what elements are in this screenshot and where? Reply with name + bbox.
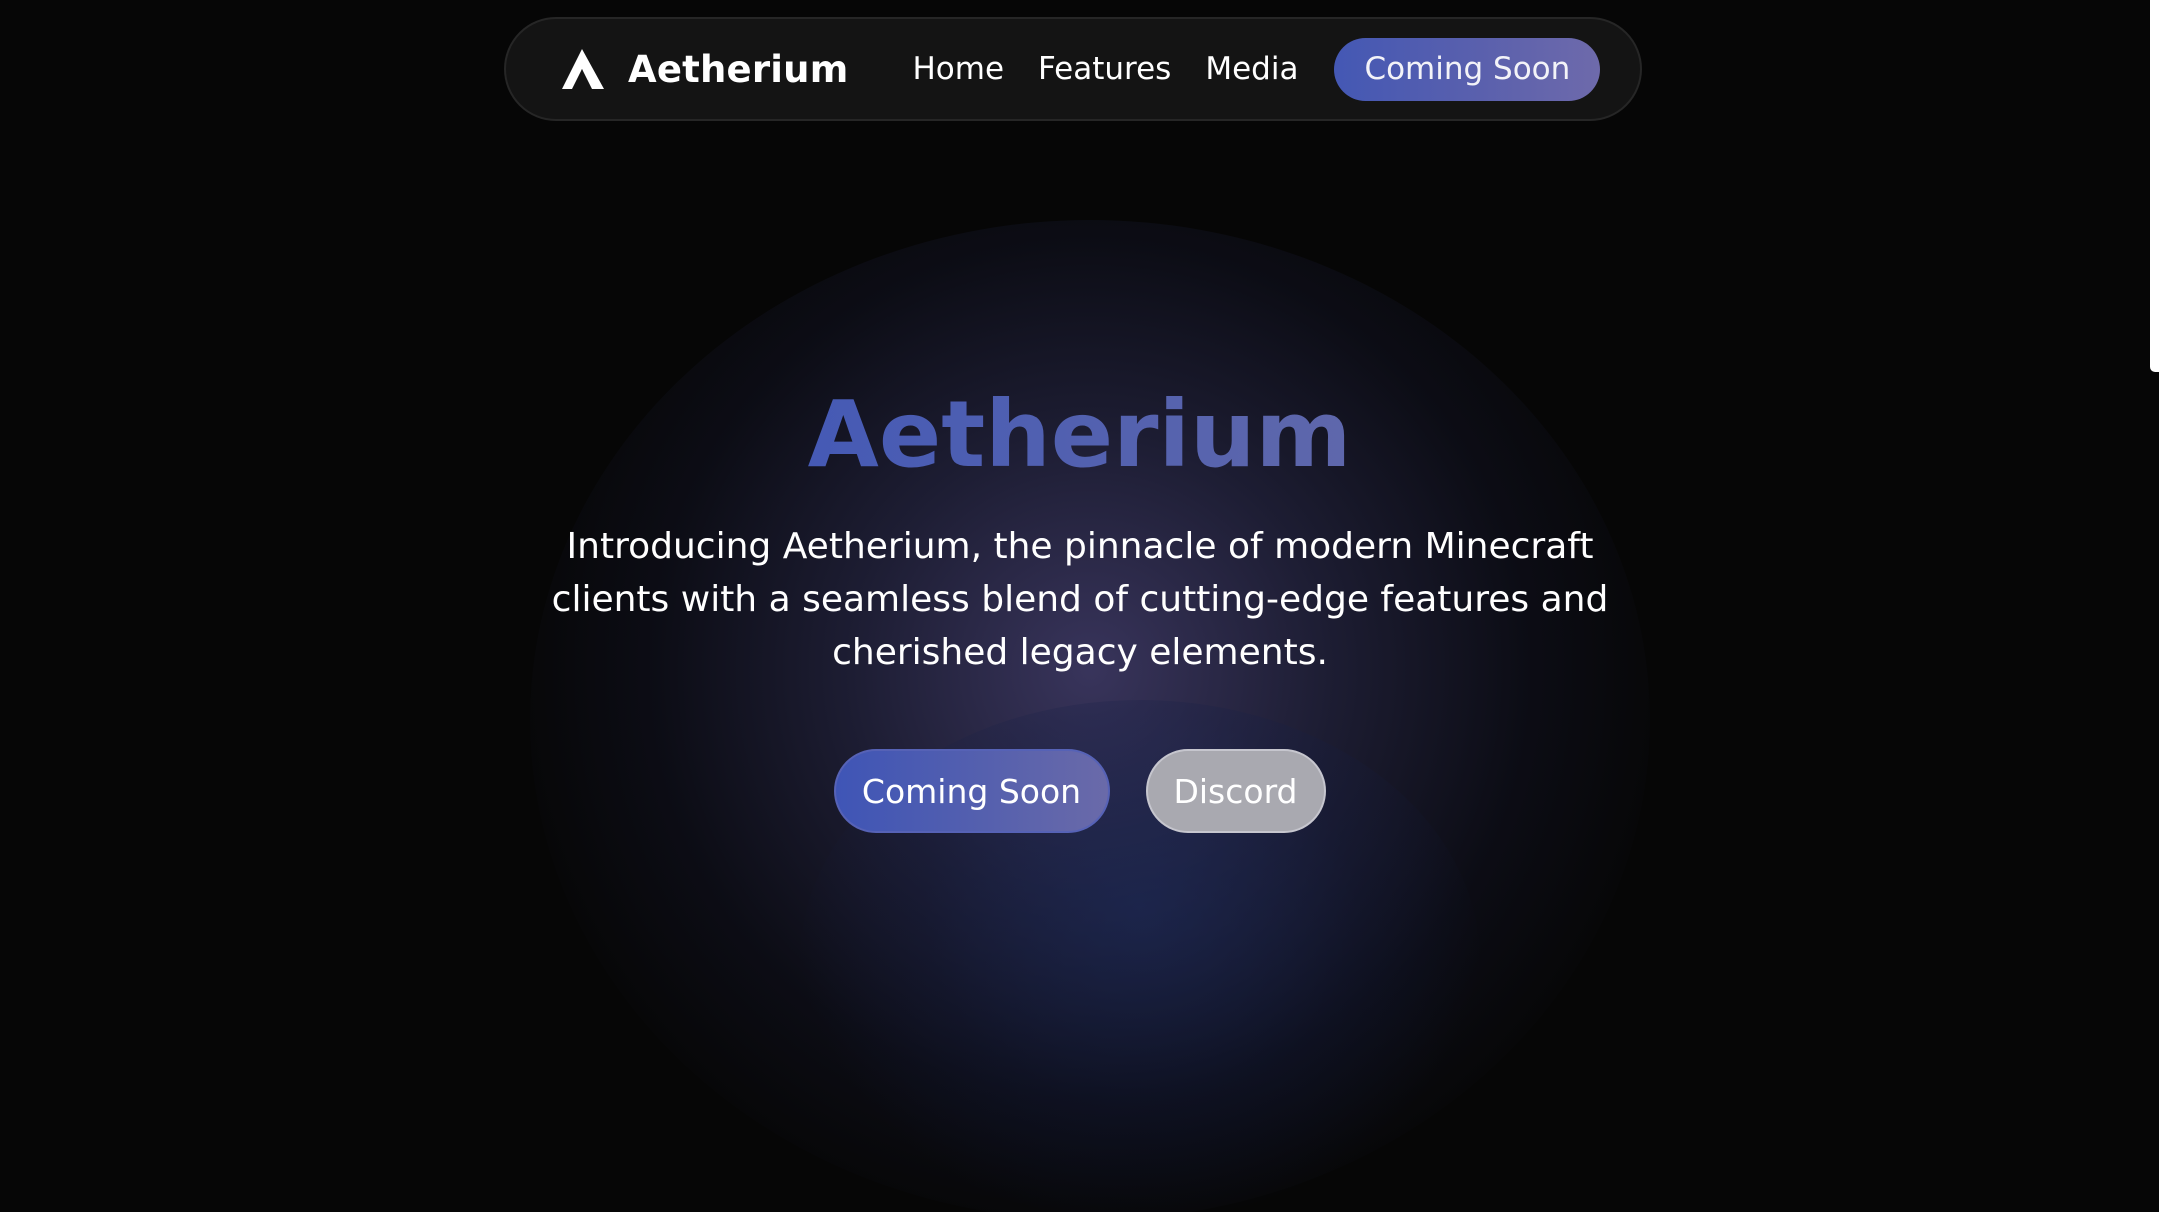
nav-coming-soon-button[interactable]: Coming Soon [1334, 37, 1601, 101]
nav-links: Home Features Media Coming Soon [912, 37, 1601, 101]
hero-buttons: Coming Soon Discord [0, 749, 2159, 833]
aetherium-logo-icon [562, 49, 604, 89]
nav-link-home[interactable]: Home [912, 51, 1004, 87]
brand-name: Aetherium [628, 47, 849, 91]
page: Aetherium Home Features Media Coming Soo… [0, 0, 2159, 1212]
background-glow [530, 220, 1650, 1212]
nav-link-media[interactable]: Media [1205, 51, 1298, 87]
navbar: Aetherium Home Features Media Coming Soo… [504, 17, 1642, 121]
discord-button[interactable]: Discord [1145, 749, 1326, 833]
hero-title: Aetherium [0, 380, 2159, 490]
brand[interactable]: Aetherium [560, 47, 848, 91]
hero-description: Introducing Aetherium, the pinnacle of m… [551, 526, 1609, 673]
coming-soon-button[interactable]: Coming Soon [833, 749, 1110, 833]
nav-link-features[interactable]: Features [1038, 51, 1171, 87]
scrollbar-thumb[interactable] [2150, 0, 2159, 372]
